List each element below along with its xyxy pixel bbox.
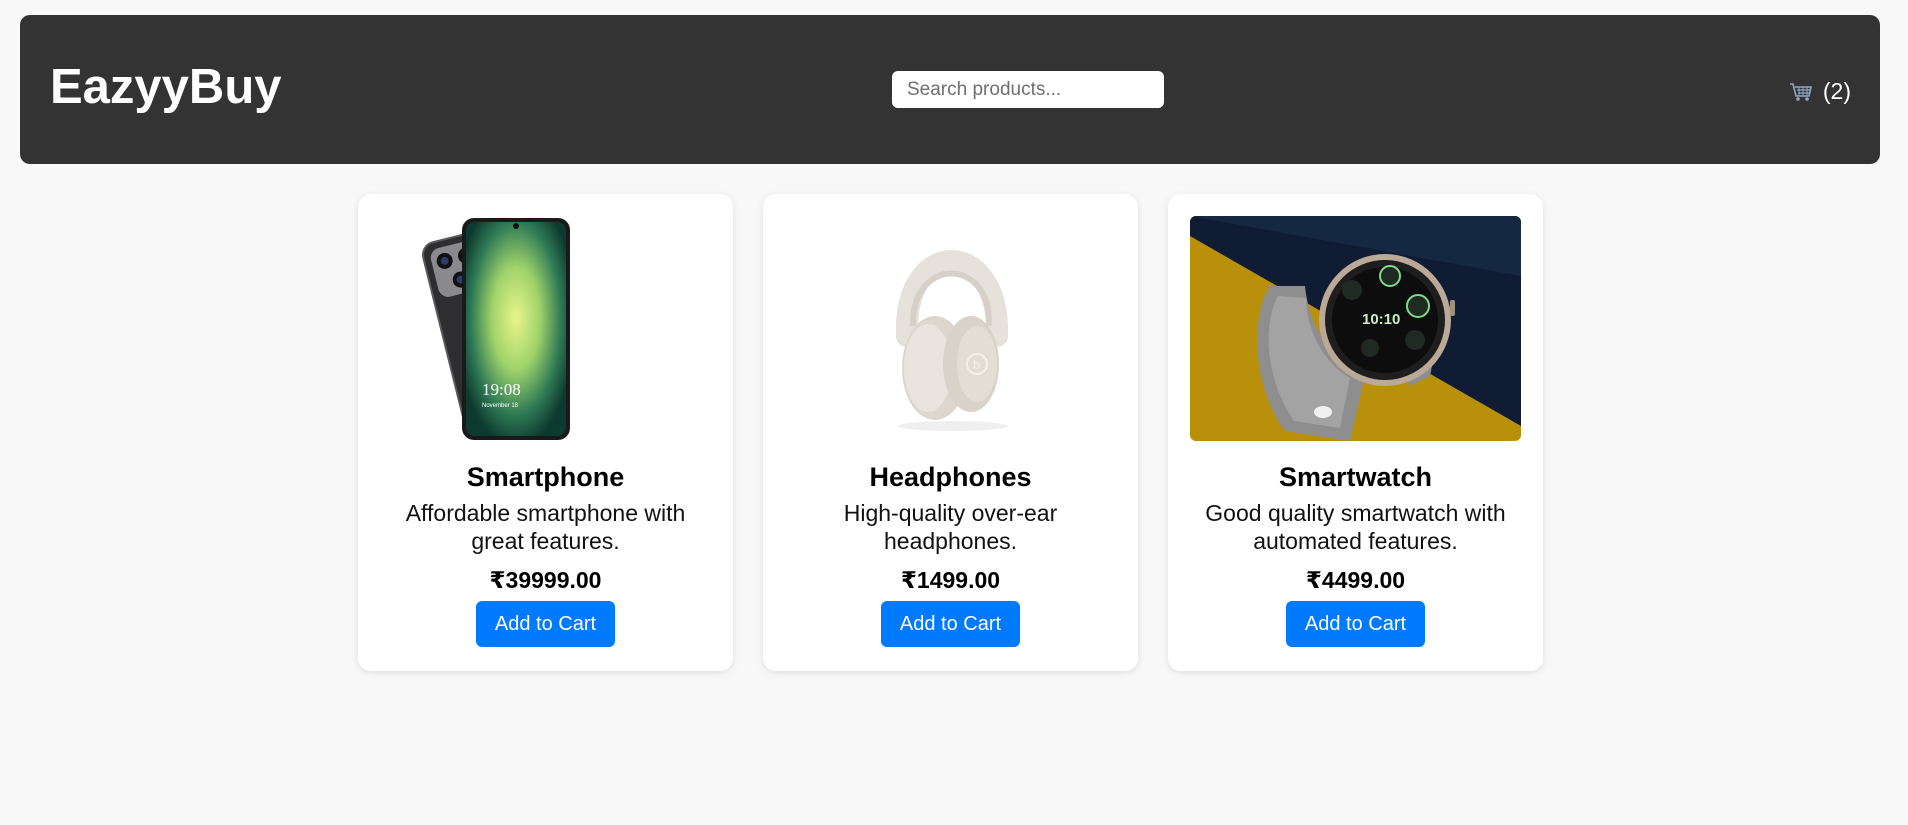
cart-count: (2) <box>1822 78 1851 104</box>
top-header: EazyyBuy (2) <box>20 15 1880 164</box>
headphones-image: b <box>785 216 1116 441</box>
product-description: Affordable smartphone with great feature… <box>405 500 686 554</box>
add-to-cart-button[interactable]: Add to Cart <box>881 601 1020 647</box>
smartwatch-image: 10:10 <box>1190 216 1521 441</box>
product-card-smartwatch: 10:10 Smartwatch Good quality smartwatch… <box>1168 194 1543 671</box>
cart-icon <box>1789 82 1813 102</box>
search-input[interactable] <box>892 71 1164 108</box>
product-price: ₹39999.00 <box>489 567 602 593</box>
product-description: Good quality smartwatch with automated f… <box>1205 500 1506 554</box>
product-price: ₹1499.00 <box>900 567 1001 593</box>
product-price: ₹4499.00 <box>1305 567 1406 593</box>
product-name: Headphones <box>869 462 1032 492</box>
product-card-smartphone: 19:08 November 18 Smartphone Affordable … <box>358 194 733 671</box>
phone-date: November 18 <box>482 403 519 409</box>
product-name: Smartwatch <box>1278 462 1433 492</box>
brand-logo[interactable]: EazyyBuy <box>50 63 282 112</box>
watch-time: 10:10 <box>1362 311 1400 328</box>
smartphone-image: 19:08 November 18 <box>380 216 711 441</box>
add-to-cart-button[interactable]: Add to Cart <box>476 601 615 647</box>
phone-time: 19:08 <box>482 380 521 399</box>
add-to-cart-button[interactable]: Add to Cart <box>1286 601 1425 647</box>
svg-text:b: b <box>973 357 980 372</box>
product-name: Smartphone <box>466 462 625 492</box>
product-card-headphones: b Headphones High-quality over-ear headp… <box>763 194 1138 671</box>
cart-button[interactable]: (2) <box>1789 78 1851 105</box>
product-description: High-quality over-ear headphones. <box>843 500 1058 554</box>
